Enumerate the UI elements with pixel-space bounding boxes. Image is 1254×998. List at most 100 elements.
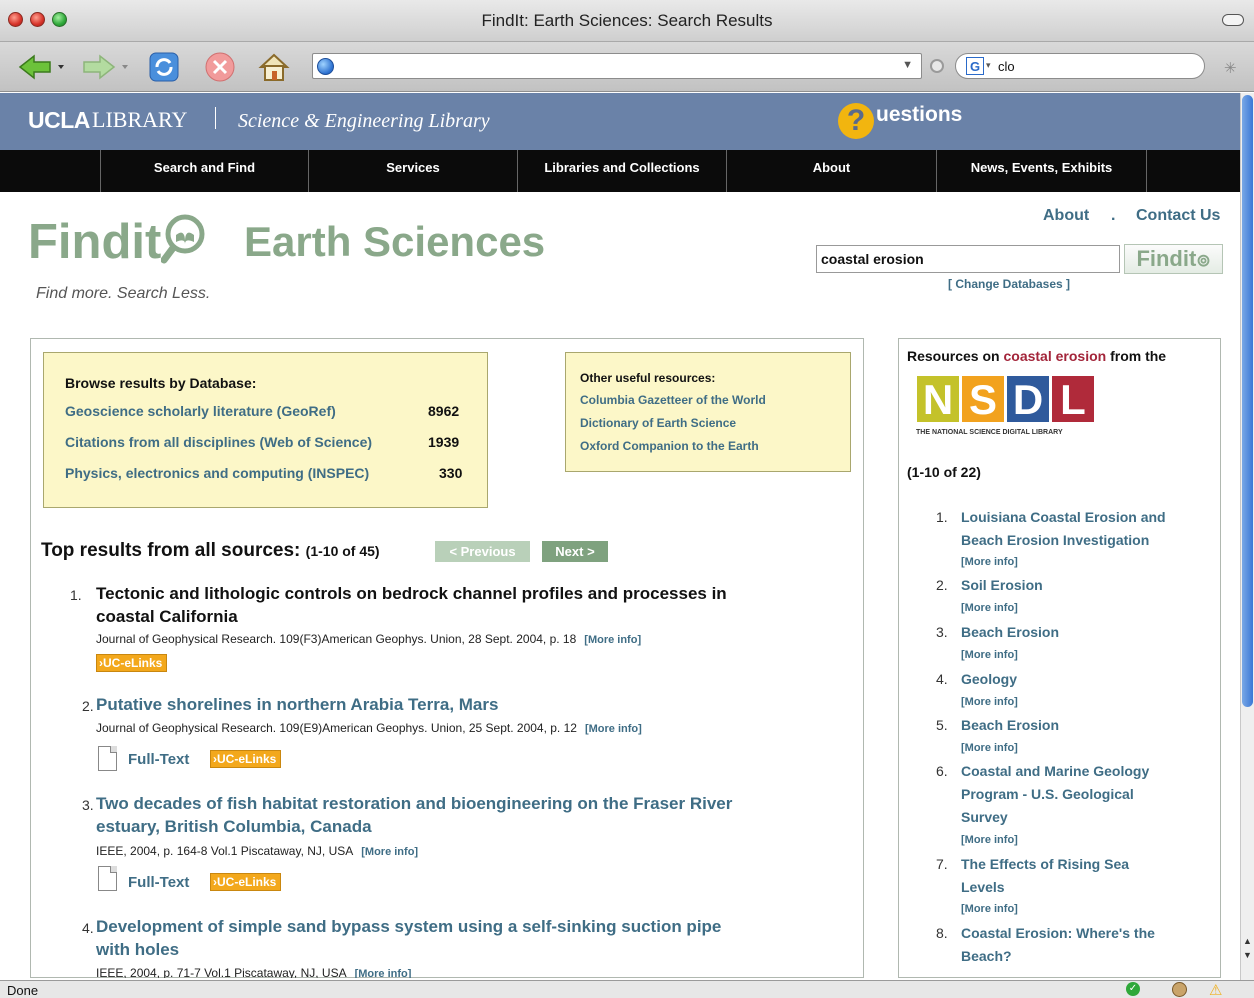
link-separator: .: [1111, 207, 1116, 224]
nsdl-result-title[interactable]: Coastal and Marine Geology Program - U.S.…: [961, 760, 1221, 829]
nav-libraries-and-collections[interactable]: Libraries and Collections: [518, 150, 727, 192]
result-title-2[interactable]: Putative shorelines in northern Arabia T…: [96, 693, 498, 716]
about-link[interactable]: About: [1043, 207, 1089, 225]
warning-icon[interactable]: ⚠: [1209, 981, 1222, 998]
nsdl-result-title[interactable]: Soil Erosion: [961, 574, 1221, 597]
more-info-link[interactable]: [More info]: [585, 723, 642, 735]
nav-search-and-find[interactable]: Search and Find: [101, 150, 309, 192]
nsdl-result-title[interactable]: The Effects of Rising Sea Levels: [961, 853, 1221, 899]
url-field[interactable]: ▼: [312, 53, 922, 79]
nsdl-heading-suffix: from the: [1110, 348, 1167, 364]
nsdl-result-title[interactable]: Geology: [961, 668, 1221, 691]
result-title-line: with holes: [96, 940, 180, 959]
more-info-link[interactable]: [More info]: [584, 634, 641, 646]
resource-link-gazetteer[interactable]: Columbia Gazetteer of the World: [580, 393, 766, 407]
result-title-line: Two decades of fish habitat restoration …: [96, 794, 733, 813]
search-engine-dropdown-icon[interactable]: ▾: [986, 60, 991, 71]
nsdl-more-info-link[interactable]: [More info]: [961, 742, 1018, 754]
nsdl-result-title-line: Program - U.S. Geological: [961, 786, 1134, 802]
nsdl-more-info-link[interactable]: [More info]: [961, 556, 1018, 568]
home-button[interactable]: [256, 51, 292, 83]
document-icon[interactable]: [98, 866, 117, 891]
back-button[interactable]: [16, 51, 74, 83]
sub-library-name[interactable]: Science & Engineering Library: [238, 110, 490, 133]
google-icon[interactable]: G: [966, 57, 984, 75]
database-count: 330: [439, 465, 463, 481]
resource-link-oxford[interactable]: Oxford Companion to the Earth: [580, 439, 759, 453]
other-resources-box: Other useful resources: Columbia Gazette…: [565, 352, 851, 472]
nsdl-result-title[interactable]: Beach Erosion: [961, 621, 1221, 644]
findit-logo[interactable]: Findit: [28, 212, 217, 270]
uc-elinks-label: UC-eLinks: [103, 656, 163, 670]
result-number: 1.: [70, 587, 82, 603]
nsdl-subtitle: THE NATIONAL SCIENCE DIGITAL LIBRARY: [916, 429, 1063, 436]
findit-search-button[interactable]: Findit⊚: [1124, 244, 1223, 274]
toolbar-toggle-button[interactable]: [1222, 14, 1244, 26]
previous-page-button[interactable]: < Previous: [435, 541, 530, 562]
result-title-1[interactable]: Tectonic and lithologic controls on bedr…: [96, 582, 727, 628]
full-text-link[interactable]: Full-Text: [128, 751, 189, 768]
database-link-inspec[interactable]: Physics, electronics and computing (INSP…: [65, 465, 369, 481]
scrollbar-thumb[interactable]: [1242, 95, 1253, 707]
nsdl-result-title[interactable]: Louisiana Coastal Erosion and Beach Erosi…: [961, 506, 1221, 552]
nsdl-more-info-link[interactable]: [More info]: [961, 602, 1018, 614]
nsdl-logo[interactable]: N S D L: [917, 376, 1094, 423]
database-link-georef[interactable]: Geoscience scholarly literature (GeoRef): [65, 403, 336, 419]
reload-button[interactable]: [146, 51, 182, 83]
contact-us-link[interactable]: Contact Us: [1136, 207, 1220, 225]
page-scrollbar[interactable]: ▲ ▼: [1240, 93, 1254, 980]
result-title-4[interactable]: Development of simple sand bypass system…: [96, 915, 721, 961]
nsdl-result-number: 7.: [936, 856, 948, 872]
questions-icon[interactable]: ?: [838, 103, 874, 139]
result-citation: IEEE, 2004, p. 71-7 Vol.1 Piscataway, NJ…: [96, 966, 347, 978]
stop-button[interactable]: [202, 51, 238, 83]
back-arrow-icon: [18, 54, 64, 80]
browser-search-field[interactable]: G ▾ clo: [955, 53, 1205, 79]
nsdl-result-title-line: Coastal Erosion: Where's the: [961, 925, 1155, 941]
findit-button-label: Findit: [1136, 246, 1197, 271]
uc-elinks-button[interactable]: ›UC-eLinks: [96, 654, 168, 672]
nav-news-events-exhibits[interactable]: News, Events, Exhibits: [937, 150, 1147, 192]
globe-icon: [317, 58, 334, 75]
more-info-link[interactable]: [More info]: [355, 968, 412, 978]
forward-arrow-icon: [83, 54, 128, 80]
nsdl-result-title[interactable]: Coastal Erosion: Where's the Beach?: [961, 922, 1221, 968]
uc-elinks-button[interactable]: ›UC-eLinks: [210, 750, 282, 768]
nav-about[interactable]: About: [727, 150, 937, 192]
nsdl-more-info-link[interactable]: [More info]: [961, 903, 1018, 915]
other-resources-title: Other useful resources:: [580, 371, 716, 385]
nav-services[interactable]: Services: [309, 150, 518, 192]
ucla-logo-text[interactable]: UCLA: [28, 107, 90, 134]
resource-link-dictionary[interactable]: Dictionary of Earth Science: [580, 416, 736, 430]
nsdl-more-info-link[interactable]: [More info]: [961, 834, 1018, 846]
site-info-icon[interactable]: [930, 59, 944, 73]
nsdl-result-title[interactable]: Beach Erosion: [961, 714, 1221, 737]
nsdl-more-info-link[interactable]: [More info]: [961, 649, 1018, 661]
change-databases-link[interactable]: [ Change Databases ]: [948, 277, 1070, 291]
nsdl-result-title-line: Geology: [961, 671, 1018, 687]
questions-link[interactable]: uestions: [876, 103, 962, 127]
scroll-down-icon[interactable]: ▼: [1243, 950, 1252, 960]
nsdl-result-title-line: Louisiana Coastal Erosion and: [961, 509, 1166, 525]
reload-icon: [149, 52, 179, 82]
document-icon[interactable]: [98, 746, 117, 771]
scroll-up-icon[interactable]: ▲: [1243, 936, 1252, 946]
monkey-icon[interactable]: [1172, 982, 1187, 997]
next-page-button[interactable]: Next >: [542, 541, 608, 562]
result-number: 4.: [82, 920, 94, 936]
url-dropdown-icon[interactable]: ▼: [902, 59, 913, 71]
database-link-web-of-science[interactable]: Citations from all disciplines (Web of S…: [65, 434, 372, 450]
result-title-3[interactable]: Two decades of fish habitat restoration …: [96, 792, 732, 838]
nsdl-heading-prefix: Resources on: [907, 348, 1000, 364]
database-count: 1939: [428, 434, 460, 450]
nsdl-more-info-link[interactable]: [More info]: [961, 696, 1018, 708]
loading-spinner-icon: ✳: [1224, 60, 1237, 77]
library-logo-text[interactable]: LIBRARY: [92, 107, 187, 133]
nsdl-result-title-line: Beach Erosion: [961, 717, 1060, 733]
more-info-link[interactable]: [More info]: [361, 846, 418, 858]
query-input[interactable]: coastal erosion: [816, 245, 1120, 273]
full-text-link[interactable]: Full-Text: [128, 874, 189, 891]
uc-elinks-button[interactable]: ›UC-eLinks: [210, 873, 282, 891]
forward-button[interactable]: [80, 51, 140, 83]
nsdl-result-number: 5.: [936, 717, 948, 733]
